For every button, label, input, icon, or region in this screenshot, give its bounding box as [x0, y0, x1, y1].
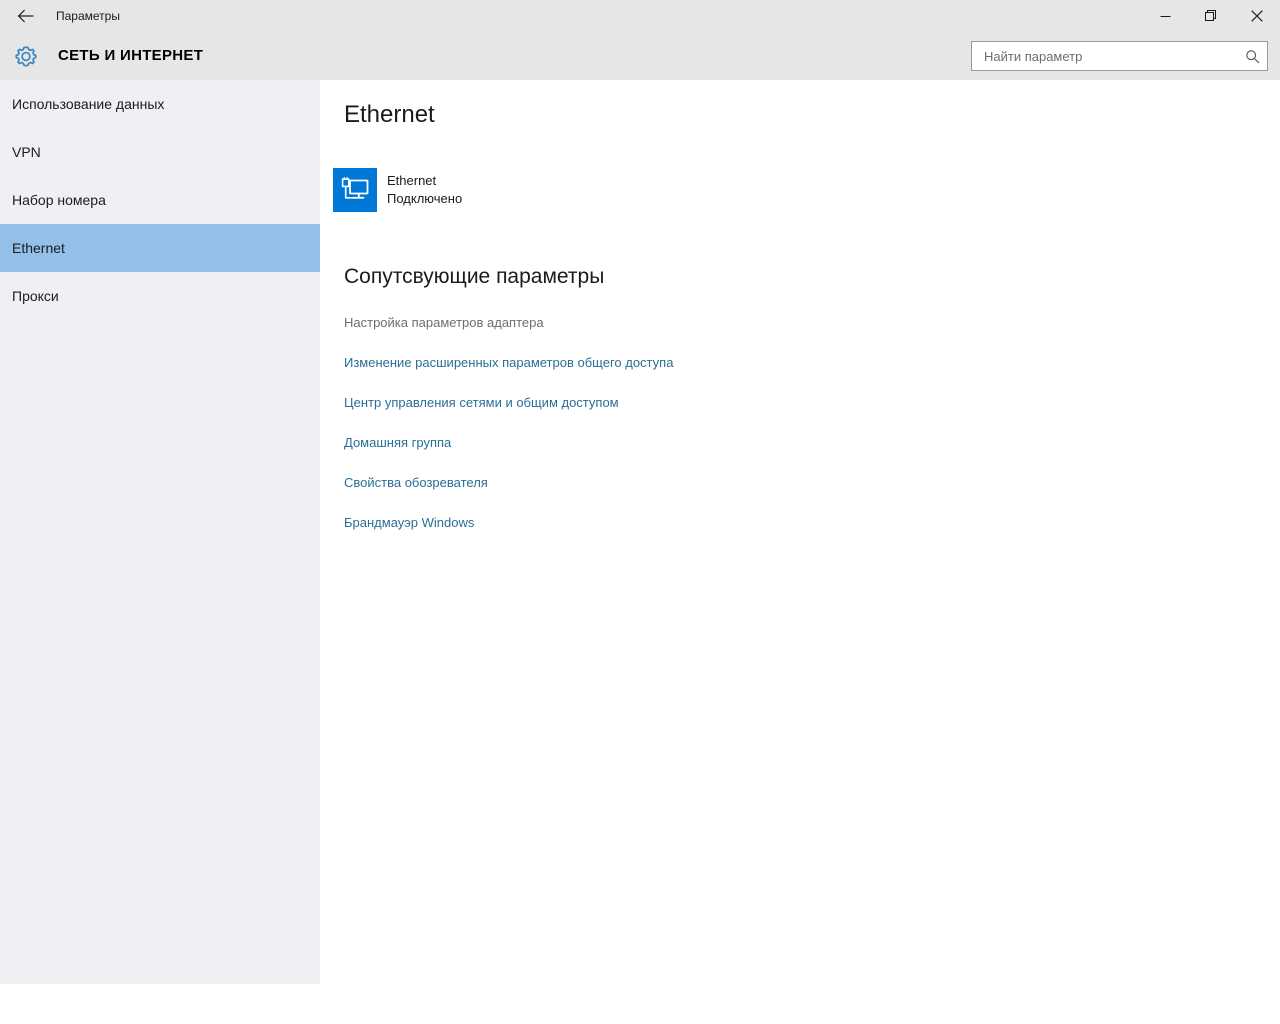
- sidebar-item-vpn[interactable]: VPN: [0, 128, 320, 176]
- search-box[interactable]: [971, 41, 1268, 71]
- link-windows-firewall[interactable]: Брандмауэр Windows: [344, 515, 474, 531]
- settings-window: Параметры СЕТЬ И ИНТЕРНЕТ Найти параметр…: [0, 0, 1280, 1024]
- sidebar-item-label: Прокси: [12, 288, 59, 304]
- ethernet-adapter-entry[interactable]: Ethernet Подключено: [333, 168, 462, 212]
- page-title: Ethernet: [344, 101, 435, 128]
- adapter-name: Ethernet: [387, 173, 437, 188]
- gear-icon: [10, 41, 42, 73]
- link-advanced-sharing-settings[interactable]: Изменение расширенных параметров общего …: [344, 355, 673, 371]
- sidebar-item-label: Использование данных: [12, 96, 165, 112]
- title-bar: Параметры: [0, 0, 1280, 32]
- main-content: Ethernet Ethernet Подключено Сопутсвующи…: [320, 80, 1280, 1024]
- sidebar-item-label: Набор номера: [12, 192, 106, 208]
- sidebar: Использование данных VPN Набор номера Et…: [0, 80, 320, 984]
- close-button[interactable]: [1234, 0, 1280, 32]
- window-controls: [1142, 0, 1280, 32]
- related-settings-links: Изменение расширенных параметров общего …: [344, 355, 944, 555]
- minimize-button[interactable]: [1142, 0, 1188, 32]
- link-network-sharing-center[interactable]: Центр управления сетями и общим доступом: [344, 395, 619, 411]
- back-button[interactable]: [4, 0, 48, 32]
- sidebar-item-proxy[interactable]: Прокси: [0, 272, 320, 320]
- link-homegroup[interactable]: Домашняя группа: [344, 435, 451, 451]
- sidebar-item-label: VPN: [12, 144, 41, 160]
- window-title: Параметры: [56, 9, 120, 23]
- ethernet-monitor-icon: [333, 168, 377, 212]
- adapter-status: Подключено: [387, 191, 463, 206]
- adapter-text-block: Ethernet Подключено: [387, 168, 462, 208]
- related-settings-subtitle: Настройка параметров адаптера: [344, 315, 544, 330]
- search-input[interactable]: [972, 42, 1237, 70]
- sidebar-item-ethernet[interactable]: Ethernet: [0, 224, 320, 272]
- related-settings-title: Сопутсвующие параметры: [344, 265, 605, 288]
- sidebar-item-label: Ethernet: [12, 240, 65, 256]
- sidebar-item-data-usage[interactable]: Использование данных: [0, 80, 320, 128]
- sidebar-item-dial-up[interactable]: Набор номера: [0, 176, 320, 224]
- restore-button[interactable]: [1188, 0, 1234, 32]
- search-icon[interactable]: [1239, 44, 1265, 68]
- page-category-title: СЕТЬ И ИНТЕРНЕТ: [58, 47, 204, 64]
- link-internet-options[interactable]: Свойства обозревателя: [344, 475, 488, 491]
